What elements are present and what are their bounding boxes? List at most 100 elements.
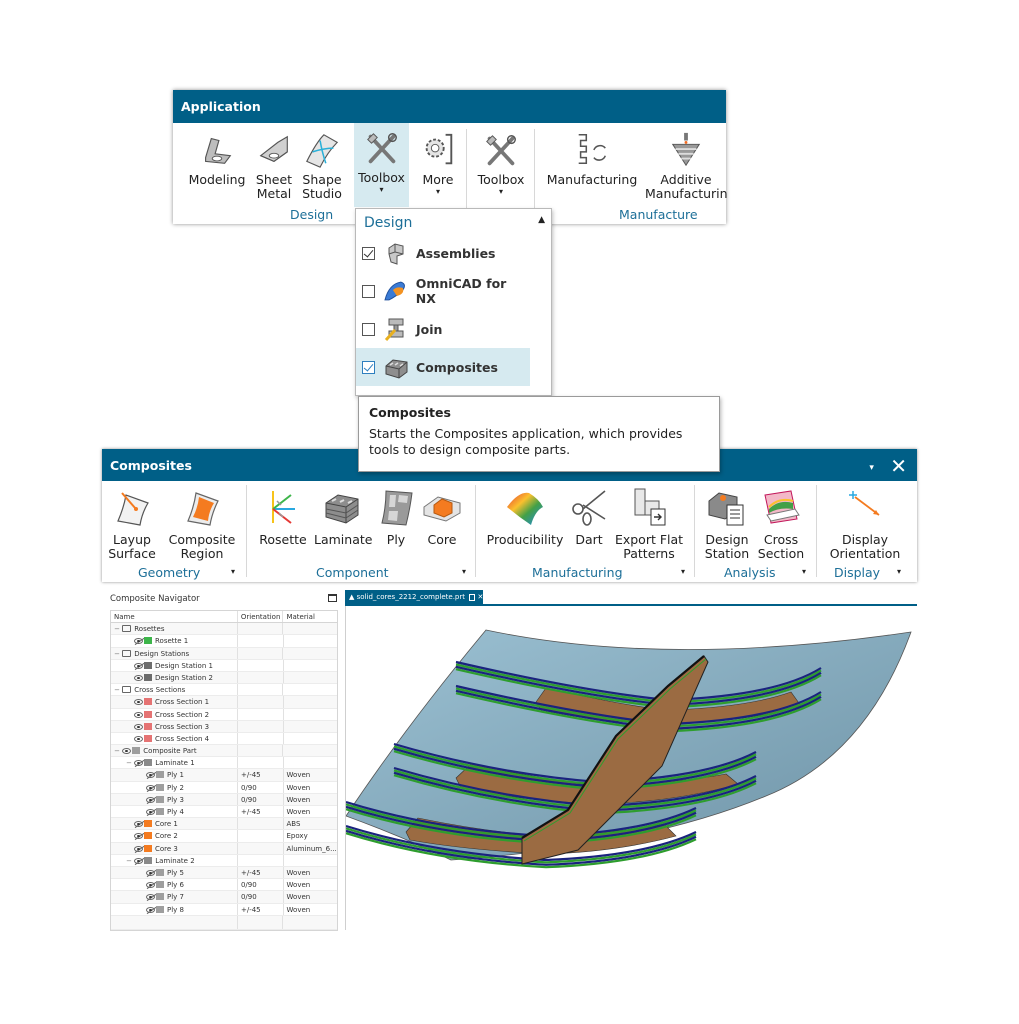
menu-item-assemblies[interactable]: Assemblies [356, 234, 530, 272]
visibility-hidden-icon[interactable] [146, 882, 155, 889]
navigator-row[interactable]: Ply 4 +/-45 Woven [111, 806, 337, 819]
navigator-row[interactable]: Core 2 Epoxy [111, 830, 337, 843]
assemblies-checkbox[interactable] [362, 246, 375, 260]
navigator-row[interactable]: Core 1 ABS [111, 818, 337, 831]
visibility-eye-icon[interactable] [134, 711, 143, 718]
visibility-hidden-icon[interactable] [146, 894, 155, 901]
orientation-cell: +/-45 [238, 866, 284, 879]
orientation-cell [238, 708, 284, 720]
column-header-name[interactable]: Name [111, 611, 238, 623]
display-orientation-button[interactable]: Display Orientation [824, 483, 906, 561]
navigator-row[interactable]: Ply 8 +/-45 Woven [111, 903, 337, 916]
collapse-up-icon[interactable]: ▲ [538, 215, 545, 225]
visibility-eye-icon[interactable] [134, 735, 143, 742]
navigator-row[interactable]: Ply 7 0/90 Woven [111, 891, 337, 904]
navigator-row[interactable]: Cross Section 1 [111, 696, 337, 709]
column-header-material[interactable]: Material [283, 611, 337, 622]
core-button[interactable]: Core [420, 483, 464, 547]
visibility-hidden-icon[interactable] [146, 784, 155, 791]
omnicad-checkbox[interactable] [362, 284, 375, 298]
navigator-row[interactable]: Ply 3 0/90 Woven [111, 793, 337, 806]
additive-manufacturing-button[interactable]: Additive Manufacturin [645, 125, 727, 201]
maximize-icon[interactable] [328, 594, 337, 602]
navigator-row[interactable]: Ply 6 0/90 Woven [111, 879, 337, 892]
toolbox-button-manufacture[interactable]: Toolbox ▾ [473, 125, 529, 197]
chevron-down-icon: ▾ [498, 187, 503, 196]
manufacturing-button[interactable]: Manufacturing [543, 125, 641, 187]
navigator-row[interactable]: Ply 2 0/90 Woven [111, 781, 337, 794]
sheet-metal-button[interactable]: Sheet Metal [253, 125, 295, 201]
ribbon-options-icon[interactable]: ▾ [869, 463, 874, 473]
navigator-row[interactable]: Cross Section 3 [111, 720, 337, 733]
navigator-row[interactable]: Cross Section 2 [111, 708, 337, 721]
visibility-eye-icon[interactable] [134, 723, 143, 730]
visibility-hidden-icon[interactable] [146, 869, 155, 876]
navigator-row[interactable]: Cross Section 4 [111, 732, 337, 746]
collapse-toggle-icon[interactable]: − [114, 684, 120, 695]
menu-item-omnicad[interactable]: OmniCAD for NX [356, 272, 530, 310]
navigator-row[interactable]: − Laminate 2 [111, 854, 337, 867]
visibility-hidden-icon[interactable] [134, 638, 143, 645]
visibility-eye-icon[interactable] [122, 748, 132, 755]
navigator-row[interactable]: Ply 1 +/-45 Woven [111, 769, 337, 782]
ply-button[interactable]: Ply [374, 483, 418, 547]
export-flat-patterns-button[interactable]: Export Flat Patterns [613, 483, 685, 561]
composite-region-button[interactable]: Composite Region [166, 483, 238, 561]
toolbox-button-design[interactable]: Toolbox ▾ [354, 123, 409, 207]
modeling-button[interactable]: Modeling [183, 125, 251, 187]
navigator-row[interactable]: − Composite Part [111, 745, 337, 758]
visibility-hidden-icon[interactable] [134, 833, 143, 840]
navigator-row[interactable]: − Cross Sections [111, 684, 337, 697]
visibility-hidden-icon[interactable] [134, 857, 144, 864]
collapse-toggle-icon[interactable]: − [114, 648, 120, 659]
navigator-row[interactable]: − Laminate 1 [111, 757, 337, 770]
collapse-toggle-icon[interactable]: − [114, 623, 120, 634]
design-station-button[interactable]: Design Station [702, 483, 752, 561]
visibility-hidden-icon[interactable] [146, 809, 155, 815]
producibility-button[interactable]: Producibility [482, 483, 568, 547]
visibility-hidden-icon[interactable] [134, 845, 143, 852]
collapse-toggle-icon[interactable]: − [114, 745, 120, 756]
navigator-row[interactable]: Rosette 1 [111, 635, 337, 648]
join-checkbox[interactable] [362, 322, 375, 336]
visibility-hidden-icon[interactable] [146, 906, 155, 913]
visibility-eye-icon[interactable] [134, 674, 143, 681]
navigator-row[interactable]: Core 3 Aluminum_6... [111, 842, 337, 855]
graphics-viewport[interactable] [345, 606, 917, 930]
menu-item-composites[interactable]: Composites [356, 348, 530, 386]
shape-studio-button[interactable]: Shape Studio [299, 125, 345, 201]
laminate-button[interactable]: Laminate [314, 483, 372, 547]
visibility-eye-icon[interactable] [134, 699, 143, 706]
layup-surface-button[interactable]: Layup Surface [108, 483, 156, 561]
geometry-group-dropdown-icon[interactable]: ▾ [231, 567, 235, 576]
cross-section-button[interactable]: Cross Section [756, 483, 806, 561]
navigator-row[interactable]: Design Station 1 [111, 659, 337, 672]
visibility-hidden-icon[interactable] [134, 821, 143, 828]
dart-button[interactable]: Dart [569, 483, 609, 547]
orientation-cell [238, 671, 284, 684]
collapse-toggle-icon[interactable]: − [126, 757, 132, 768]
visibility-hidden-icon[interactable] [134, 760, 144, 767]
composites-checkbox[interactable] [362, 360, 375, 374]
orientation-cell: 0/90 [238, 781, 284, 793]
visibility-hidden-icon[interactable] [146, 772, 155, 779]
manufacturing-group-dropdown-icon[interactable]: ▾ [681, 567, 685, 576]
more-button[interactable]: More ▾ [416, 125, 460, 197]
close-tab-icon[interactable]: ✕ [477, 593, 483, 601]
navigator-row[interactable]: − Design Stations [111, 647, 337, 660]
composite-region-icon [187, 492, 219, 526]
analysis-group-dropdown-icon[interactable]: ▾ [802, 567, 806, 576]
navigator-row[interactable]: Design Station 2 [111, 671, 337, 685]
part-file-tab[interactable]: ▲ solid_cores_2212_complete.prt ✕ [345, 590, 483, 605]
visibility-hidden-icon[interactable] [146, 796, 155, 803]
collapse-toggle-icon[interactable]: − [126, 855, 132, 866]
menu-item-join[interactable]: Join [356, 310, 530, 348]
navigator-row[interactable]: Ply 5 +/-45 Woven [111, 866, 337, 880]
column-header-orientation[interactable]: Orientation [238, 611, 284, 623]
navigator-row[interactable]: − Rosettes [111, 623, 337, 636]
visibility-hidden-icon[interactable] [134, 662, 143, 669]
close-icon[interactable]: ✕ [890, 454, 907, 478]
rosette-button[interactable]: Rosette [255, 483, 311, 547]
component-group-dropdown-icon[interactable]: ▾ [462, 567, 466, 576]
display-group-dropdown-icon[interactable]: ▾ [897, 567, 901, 576]
